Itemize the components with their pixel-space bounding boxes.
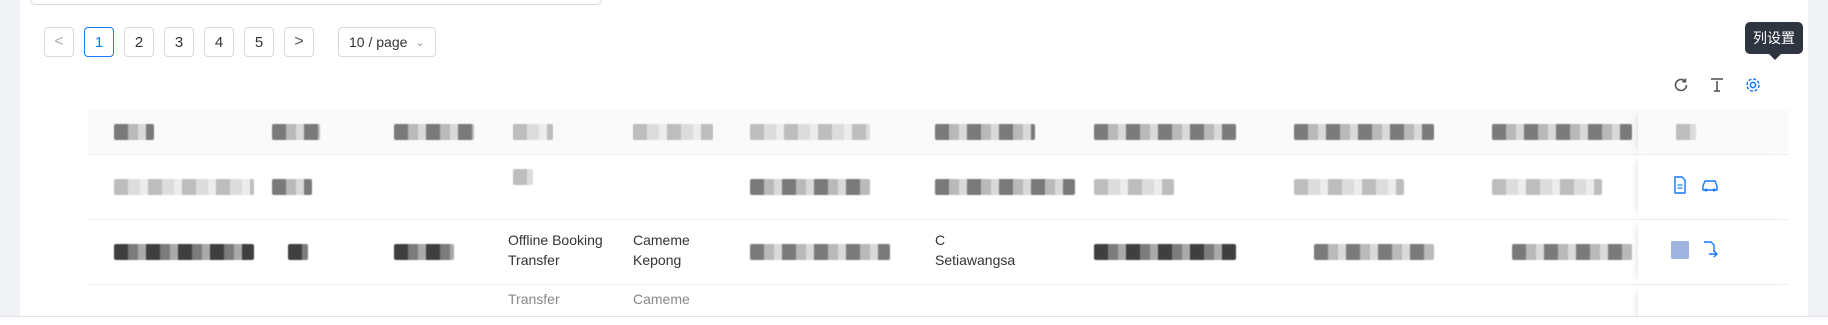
page-4-button[interactable]: 4 bbox=[204, 27, 234, 57]
header-cell bbox=[394, 124, 474, 140]
header-cell bbox=[750, 124, 870, 140]
header-cell bbox=[1676, 124, 1696, 140]
prev-page-button[interactable]: < bbox=[44, 27, 74, 57]
chevron-down-icon: ⌄ bbox=[415, 36, 425, 49]
cell-value bbox=[1094, 244, 1236, 260]
next-page-button[interactable]: > bbox=[284, 27, 314, 57]
column-height-icon[interactable] bbox=[1706, 74, 1728, 96]
header-cell bbox=[1294, 124, 1434, 140]
page-5-button[interactable]: 5 bbox=[244, 27, 274, 57]
header-cell bbox=[1094, 124, 1236, 140]
action-cell bbox=[1638, 220, 1788, 284]
pickup-name: Cameme bbox=[633, 291, 690, 307]
pagination: < 1 2 3 4 5 > 10 / page ⌄ bbox=[44, 27, 436, 57]
page-1-button[interactable]: 1 bbox=[84, 27, 114, 57]
header-cell bbox=[935, 124, 1035, 140]
cell-value bbox=[513, 169, 533, 185]
cell-value bbox=[114, 179, 254, 195]
setting-icon[interactable] bbox=[1742, 74, 1764, 96]
data-table: Offline Booking Transfer Cameme Kepong C… bbox=[88, 110, 1788, 325]
cell-value bbox=[394, 244, 454, 260]
table-row bbox=[88, 155, 1788, 220]
page-2-button[interactable]: 2 bbox=[124, 27, 154, 57]
page-3-button[interactable]: 3 bbox=[164, 27, 194, 57]
car-icon[interactable] bbox=[1700, 175, 1720, 195]
booking-type: Offline Booking bbox=[508, 232, 603, 248]
document-icon[interactable] bbox=[1670, 240, 1690, 260]
pickup-area: Kepong bbox=[633, 252, 682, 268]
page-size-value: 10 / page bbox=[349, 34, 408, 50]
header-cell bbox=[1492, 124, 1632, 140]
header-cell bbox=[633, 124, 713, 140]
table-header bbox=[88, 110, 1788, 155]
table-card: < 1 2 3 4 5 > 10 / page ⌄ Offline Bookin… bbox=[20, 0, 1808, 325]
cell-value bbox=[1492, 179, 1602, 195]
dropoff-area: Setiawangsa bbox=[935, 252, 1016, 268]
transfer-icon[interactable] bbox=[1700, 240, 1720, 260]
cell-value bbox=[750, 244, 890, 260]
dropoff-name: C bbox=[935, 232, 946, 248]
action-cell bbox=[1638, 155, 1788, 219]
document-icon[interactable] bbox=[1670, 175, 1690, 195]
table-row: Offline Booking Transfer Cameme Kepong C… bbox=[88, 220, 1788, 285]
column-settings-tooltip: 列设置 bbox=[1745, 22, 1803, 60]
cell-value bbox=[288, 244, 308, 260]
cell-value bbox=[1094, 179, 1174, 195]
booking-subtype: Transfer bbox=[508, 291, 560, 307]
cell-value bbox=[1314, 244, 1434, 260]
cell-value bbox=[272, 179, 312, 195]
header-cell bbox=[513, 124, 553, 140]
filter-panel-edge bbox=[30, 0, 602, 5]
cell-value bbox=[114, 244, 254, 260]
cell-value bbox=[1512, 244, 1632, 260]
header-cell bbox=[114, 124, 154, 140]
cell-value bbox=[1294, 179, 1404, 195]
booking-subtype: Transfer bbox=[508, 252, 560, 268]
refresh-icon[interactable] bbox=[1670, 74, 1692, 96]
header-cell bbox=[272, 124, 320, 140]
pickup-name: Cameme bbox=[633, 232, 690, 248]
page-size-select[interactable]: 10 / page ⌄ bbox=[338, 27, 436, 57]
action-column-header bbox=[1638, 110, 1788, 154]
cell-value bbox=[935, 179, 1075, 195]
cell-value bbox=[750, 179, 870, 195]
